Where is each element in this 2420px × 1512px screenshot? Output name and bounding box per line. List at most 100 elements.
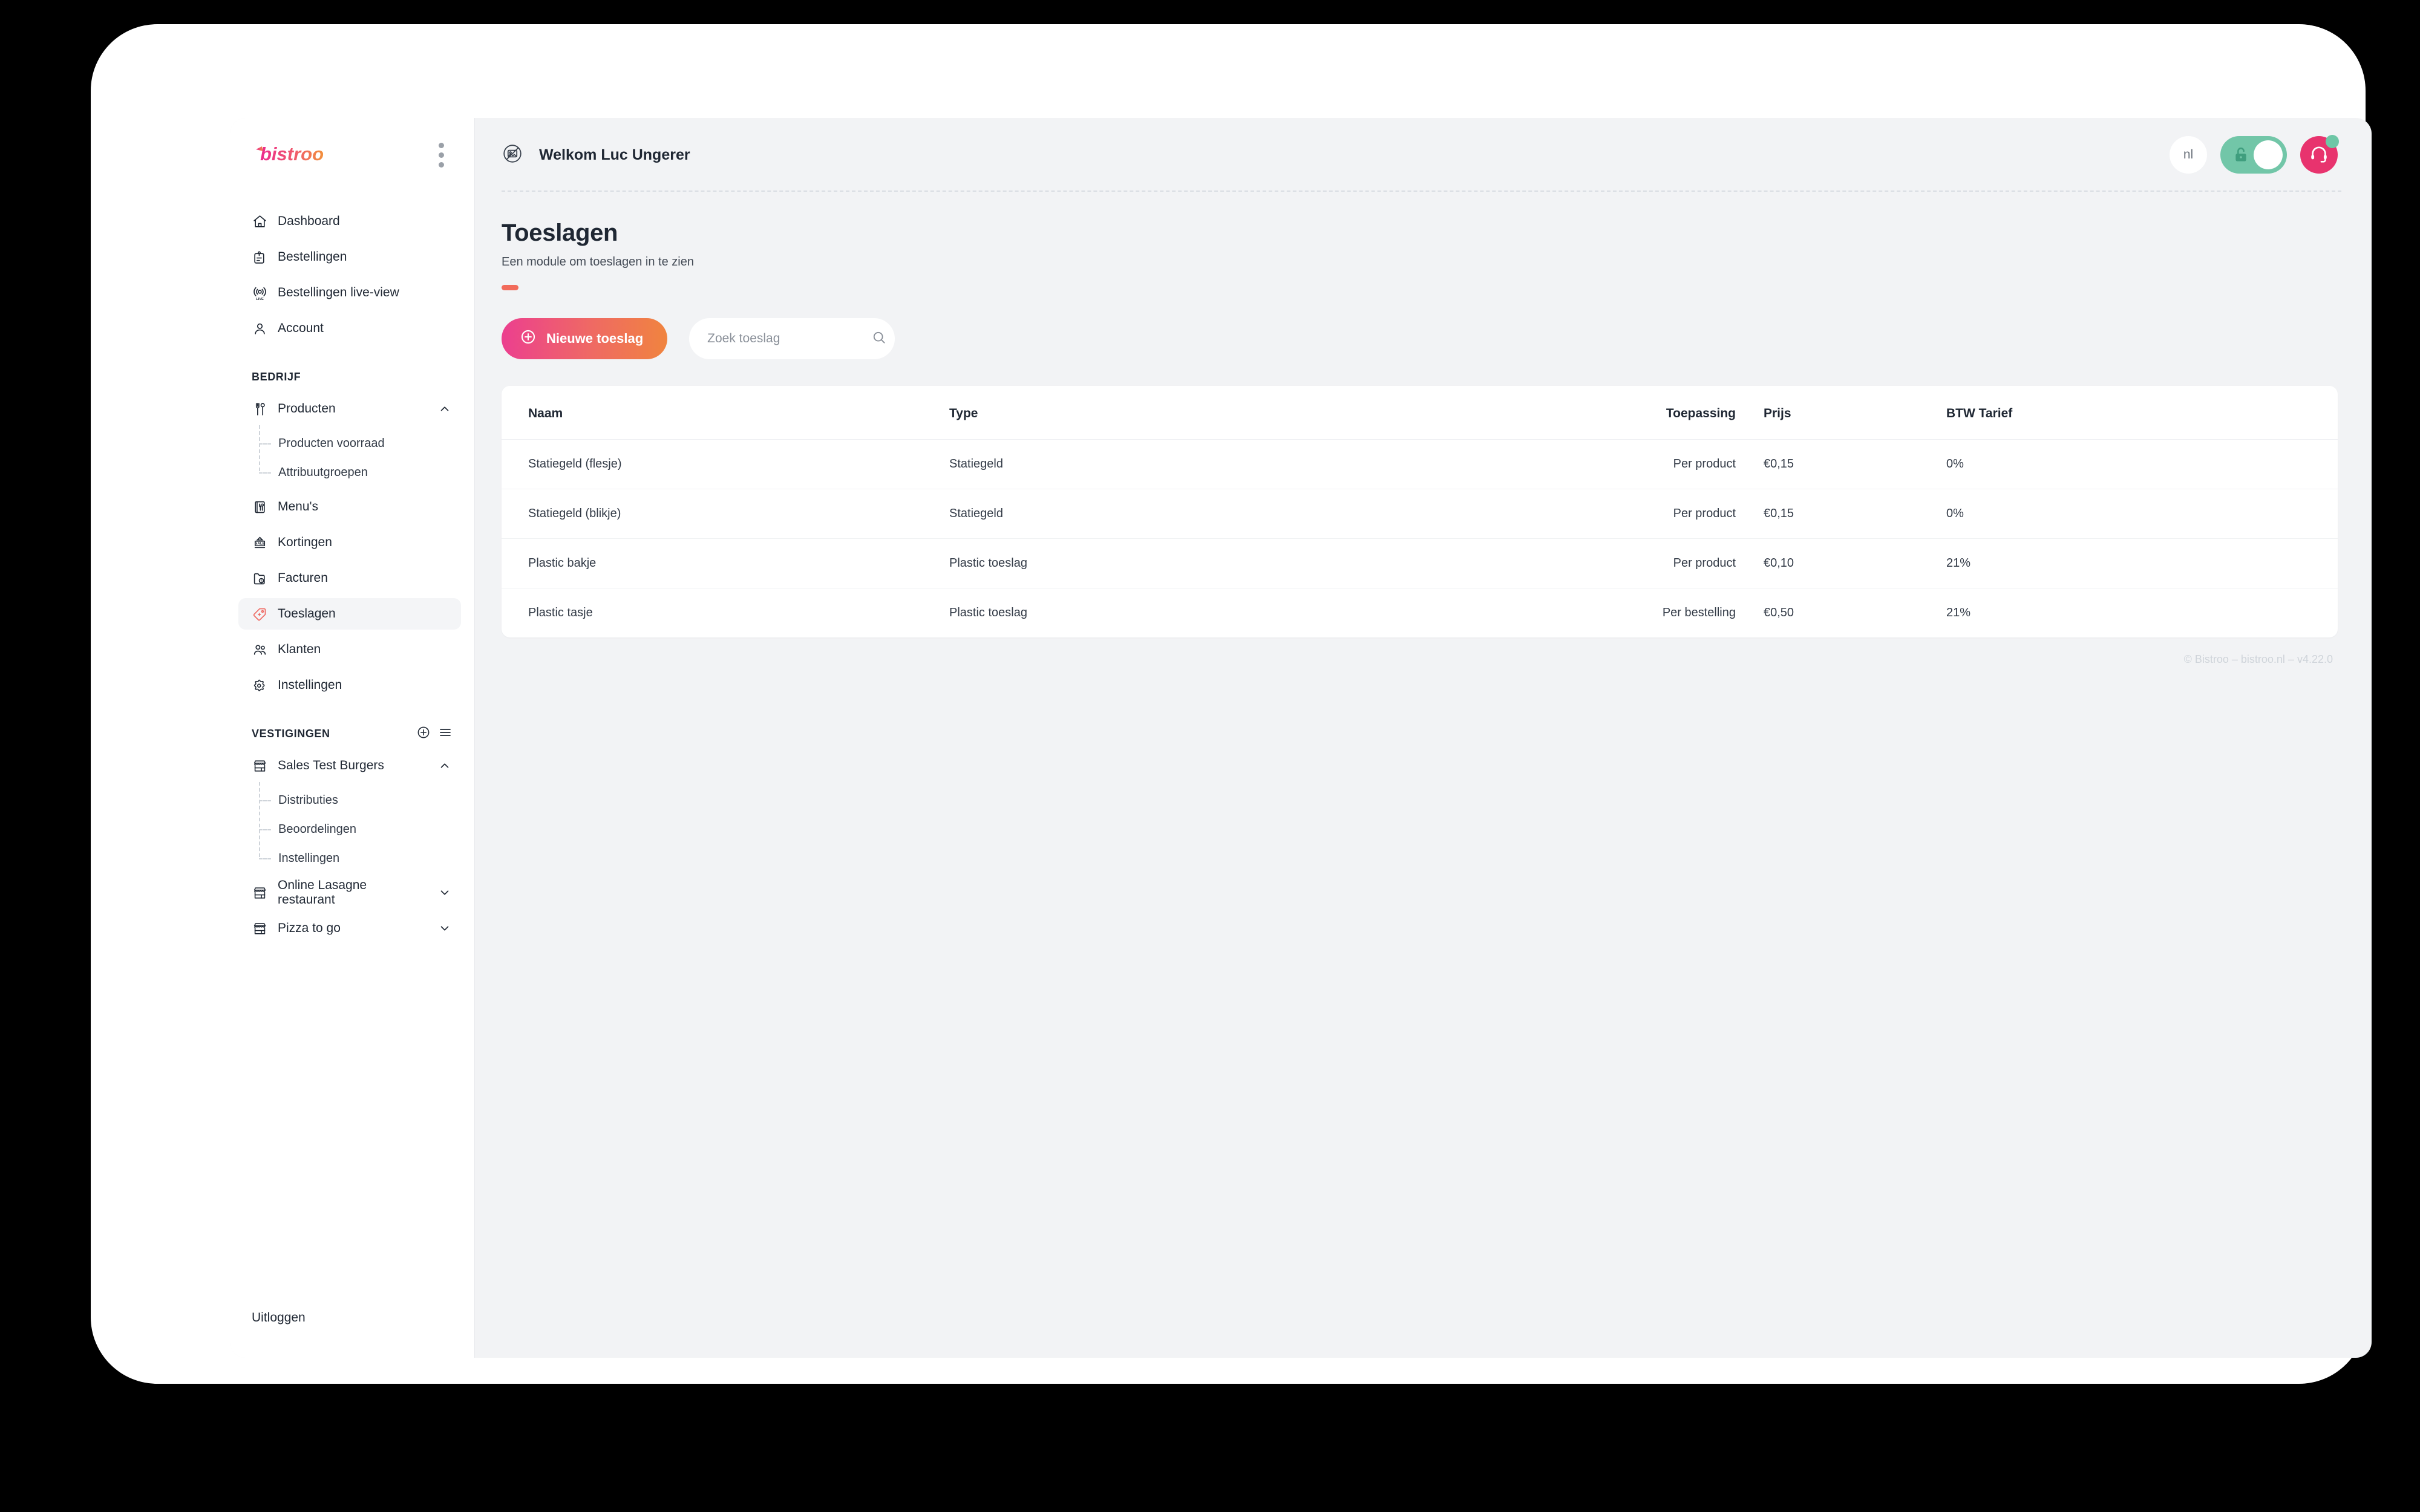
sidebar-item-sales-test-burgers[interactable]: Sales Test Burgers (238, 750, 461, 781)
support-button[interactable] (2300, 135, 2339, 174)
cell-toepassing: Per bestelling (1662, 606, 1736, 619)
sidebar-item-label: Producten (278, 402, 336, 416)
table-row[interactable]: Plastic bakje Plastic toeslag Per produc… (502, 538, 2338, 588)
kebab-menu-icon[interactable] (435, 139, 448, 171)
bistroo-logo[interactable]: bistroo (254, 142, 345, 169)
storefront-icon (252, 921, 268, 937)
sidebar-item-label: Klanten (278, 642, 321, 657)
sale-tag-icon: SALE (252, 535, 268, 551)
hamburger-list-icon[interactable] (438, 725, 453, 743)
plus-circle-icon (520, 328, 537, 349)
cell-prijs: €0,10 (1736, 538, 1935, 588)
sidebar-item-label: Facturen (278, 571, 328, 585)
sidebar-item-account[interactable]: Account (238, 313, 461, 344)
chevron-up-icon[interactable] (437, 401, 453, 417)
sidebar-item-producten-voorraad[interactable]: Producten voorraad (259, 429, 474, 458)
language-switcher[interactable]: nl (2170, 136, 2207, 174)
page-content: Toeslagen Een module om toeslagen in te … (475, 192, 2372, 1358)
table-row[interactable]: Statiegeld (blikje) Statiegeld Per produ… (502, 489, 2338, 539)
sidebar-item-vestiging-instellingen[interactable]: Instellingen (259, 844, 474, 873)
table-body: Statiegeld (flesje) Statiegeld Per produ… (502, 439, 2338, 638)
svg-text:LIVE: LIVE (256, 297, 264, 300)
language-label: nl (2183, 148, 2194, 161)
cell-type: Statiegeld (949, 489, 1572, 539)
home-icon (252, 213, 268, 230)
sidebar-item-distributies[interactable]: Distributies (259, 786, 474, 815)
sidebar-item-pizza-to-go[interactable]: Pizza to go (238, 913, 461, 944)
cell-toepassing: Per product (1572, 439, 1736, 489)
sidebar-item-label: Pizza to go (278, 921, 341, 936)
welcome-group: Welkom Luc Ungerer (502, 143, 690, 168)
column-header-naam[interactable]: Naam (502, 386, 949, 440)
table-head: Naam Type Toepassing Prijs BTW Tarief (502, 386, 2338, 440)
sidebar-item-attribuutgroepen[interactable]: Attribuutgroepen (259, 458, 474, 487)
sidebar-item-producten[interactable]: Producten (238, 393, 461, 425)
sidebar-item-label: Account (278, 321, 324, 336)
new-toeslag-button[interactable]: Nieuwe toeslag (502, 318, 668, 359)
sidebar-item-bestellingen-live-view[interactable]: LIVE Bestellingen live-view (238, 277, 461, 308)
cell-btw: 0% (1935, 439, 2338, 489)
sidebar-item-bestellingen[interactable]: Bestellingen (238, 241, 461, 273)
column-header-btw-tarief[interactable]: BTW Tarief (1935, 386, 2338, 440)
logout-button[interactable]: Uitloggen (252, 1305, 306, 1331)
sidebar-item-label: Bestellingen (278, 250, 347, 264)
search-input[interactable] (707, 331, 872, 346)
sidebar-item-klanten[interactable]: Klanten (238, 634, 461, 665)
invoice-folder-icon: $ (252, 570, 268, 587)
cell-toepassing: Per product (1572, 489, 1736, 539)
chevron-down-icon[interactable] (437, 921, 453, 936)
accent-bar (502, 285, 518, 290)
sidebar-item-kortingen[interactable]: SALE Kortingen (238, 527, 461, 558)
cell-naam: Statiegeld (flesje) (502, 439, 949, 489)
column-header-prijs[interactable]: Prijs (1736, 386, 1935, 440)
chevron-down-icon[interactable] (437, 885, 453, 901)
column-header-type[interactable]: Type (949, 386, 1572, 440)
sidebar-item-online-lasagne-restaurant[interactable]: Online Lasagne restaurant (238, 877, 461, 908)
cell-naam: Statiegeld (blikje) (502, 489, 949, 539)
section-actions (416, 725, 453, 743)
search-box[interactable] (689, 318, 895, 359)
sidebar-item-instellingen[interactable]: Instellingen (238, 670, 461, 701)
chevron-up-icon[interactable] (437, 758, 453, 774)
sidebar-item-label: Online Lasagne restaurant (278, 878, 367, 907)
sidebar-subitems-sales-test-burgers: Distributies Beoordelingen Instellingen (259, 782, 474, 873)
cell-type: Statiegeld (949, 439, 1572, 489)
settings-gear-icon (252, 677, 268, 694)
sidebar-item-menus[interactable]: Menu's (238, 491, 461, 523)
sidebar-item-label: Dashboard (278, 214, 340, 229)
sidebar-subitem-label: Beoordelingen (278, 822, 356, 836)
sidebar-item-toeslagen[interactable]: Toeslagen (238, 598, 461, 630)
table-row[interactable]: Plastic tasje Plastic toeslag Per bestel… (502, 588, 2338, 638)
cutlery-icon (252, 401, 268, 417)
sidebar-item-label: Toeslagen (278, 607, 336, 621)
menu-book-icon (252, 499, 268, 515)
column-header-toepassing[interactable]: Toepassing (1572, 386, 1736, 440)
sidebar-item-beoordelingen[interactable]: Beoordelingen (259, 815, 474, 844)
section-title-label: VESTIGINGEN (252, 727, 330, 740)
plus-circle-icon[interactable] (416, 725, 431, 743)
page-subtitle: Een module om toeslagen in te zien (502, 255, 694, 269)
table-row[interactable]: Statiegeld (flesje) Statiegeld Per produ… (502, 439, 2338, 489)
footer-note: © Bistroo – bistroo.nl – v4.22.0 (2183, 653, 2333, 665)
section-title-vestigingen: VESTIGINGEN (230, 722, 474, 746)
sidebar-nav: Dashboard Bestellingen LIVE Bestellingen… (230, 192, 474, 1305)
toeslagen-table-card: Naam Type Toepassing Prijs BTW Tarief St… (502, 386, 2338, 637)
lock-toggle[interactable] (2220, 136, 2287, 174)
sidebar-item-label: Instellingen (278, 678, 342, 692)
sidebar-subitem-label: Instellingen (278, 851, 340, 865)
cell-prijs: €0,50 (1764, 606, 1794, 619)
toeslagen-table: Naam Type Toepassing Prijs BTW Tarief St… (502, 386, 2338, 637)
live-view-icon: LIVE (252, 285, 268, 301)
cell-type: Plastic toeslag (949, 538, 1572, 588)
sidebar-subitems-producten: Producten voorraad Attribuutgroepen (259, 425, 474, 487)
sidebar-item-label: Sales Test Burgers (278, 758, 384, 773)
sidebar-item-facturen[interactable]: $ Facturen (238, 562, 461, 594)
svg-text:bistroo: bistroo (260, 143, 324, 165)
cell-btw: 21% (1946, 606, 1971, 619)
toolbar: Nieuwe toeslag (502, 318, 2338, 359)
no-image-avatar-icon[interactable] (502, 143, 523, 168)
user-icon (252, 321, 268, 337)
cell-prijs: €0,15 (1736, 439, 1935, 489)
search-icon[interactable] (871, 330, 887, 348)
sidebar-item-dashboard[interactable]: Dashboard (238, 206, 461, 237)
